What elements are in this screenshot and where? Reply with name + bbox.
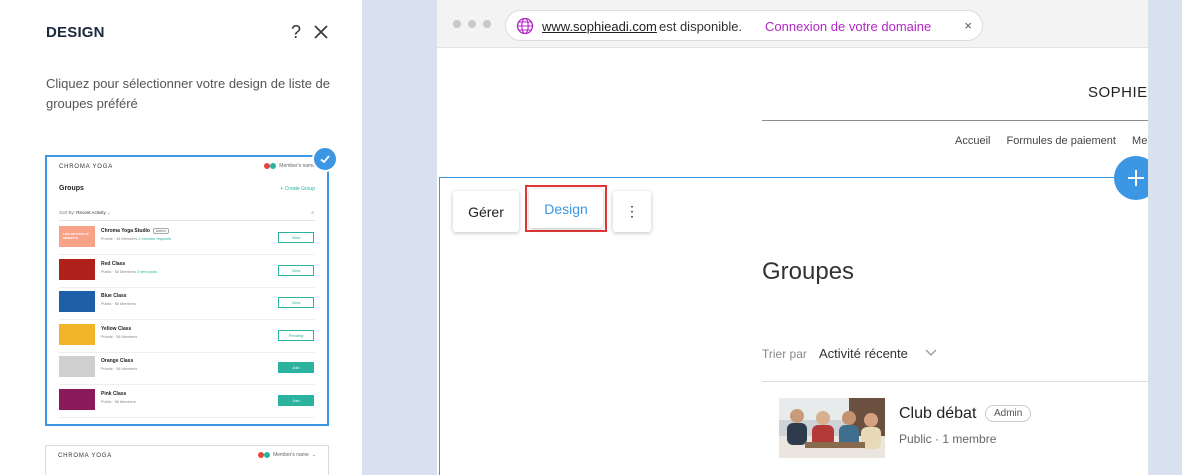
divider bbox=[762, 381, 1148, 382]
preview-user: Member's name ⌄ bbox=[258, 452, 316, 458]
domain-link[interactable]: www.sophieadi.com bbox=[542, 19, 657, 34]
selected-check-icon bbox=[312, 146, 338, 172]
group-thumbnail[interactable] bbox=[779, 398, 885, 458]
element-toolbar: Gérer Design ⋮ bbox=[453, 185, 651, 232]
preview-group-meta: Public · 56 Members bbox=[101, 302, 136, 306]
preview-group-thumbnail bbox=[59, 388, 95, 410]
preview-user: Member's name bbox=[264, 163, 315, 169]
close-button[interactable] bbox=[311, 22, 333, 44]
preview-group-button: View bbox=[278, 264, 314, 276]
divider bbox=[59, 220, 315, 221]
preview-group-thumbnail bbox=[59, 258, 95, 280]
preview-group-row: Yellow Class Private · 56 Members Pending bbox=[59, 321, 315, 353]
preview-user-label: Member's name bbox=[273, 452, 309, 458]
manage-button[interactable]: Gérer bbox=[453, 191, 519, 232]
preview-group-row: Orange Class Private · 56 Members Join bbox=[59, 353, 315, 385]
site-nav: Accueil Formules de paiement Me bbox=[955, 135, 1148, 147]
preview-group-row: Red Class Public · 56 Members 3 new posts… bbox=[59, 256, 315, 288]
panel-title: DESIGN bbox=[46, 24, 105, 41]
group-name[interactable]: Club débat bbox=[899, 405, 976, 423]
preview-group-button: Pending bbox=[278, 329, 314, 341]
preview-group-button: View bbox=[278, 232, 314, 243]
window-dot bbox=[453, 20, 461, 28]
plus-icon bbox=[1128, 170, 1144, 186]
preview-sort-label: Sort By: bbox=[59, 210, 76, 215]
preview-group-thumbnail bbox=[59, 323, 95, 345]
design-button[interactable]: Design bbox=[529, 189, 603, 228]
panel-description: Cliquez pour sélectionner votre design d… bbox=[46, 76, 331, 111]
preview-group-name: Pink Class bbox=[101, 390, 127, 397]
preview-group-name: Chroma Yoga Studio Admin bbox=[101, 228, 169, 234]
groups-title: Groupes bbox=[762, 258, 855, 285]
preview-group-row: Pink Class Public · 56 Members Join bbox=[59, 386, 315, 418]
nav-item-accueil[interactable]: Accueil bbox=[955, 135, 990, 147]
preview-sort: Sort By: Recent Activity ⌄ bbox=[59, 210, 111, 215]
preview-group-extra: 2 member requests bbox=[138, 237, 172, 241]
more-actions-button[interactable]: ⋮ bbox=[613, 191, 651, 232]
preview-group-meta: Private · 34 Members 2 member requests bbox=[101, 237, 172, 241]
avatar bbox=[264, 452, 271, 458]
preview-user-label: Member's name bbox=[279, 163, 315, 169]
availability-text: est disponible. bbox=[659, 19, 743, 34]
nav-item-more[interactable]: Me bbox=[1132, 135, 1147, 147]
design-panel: DESIGN ? Cliquez pour sélectionner votre… bbox=[0, 0, 362, 475]
connect-domain-link[interactable]: Connexion de votre domaine bbox=[765, 19, 931, 34]
preview-group-name: Red Class bbox=[101, 260, 126, 267]
site-title: SOPHIE bbox=[1088, 84, 1148, 101]
preview-group-row: LIKE SECTION OF BENEFITS Chroma Yoga Stud… bbox=[59, 223, 315, 255]
preview-create-link: + Create Group bbox=[280, 186, 315, 192]
window-dot bbox=[468, 20, 476, 28]
preview-sort-value: Recent Activity bbox=[76, 210, 106, 215]
banner-close-button[interactable]: × bbox=[964, 18, 972, 33]
preview-group-meta: Private · 56 Members bbox=[101, 334, 138, 339]
preview-logo: CHROMA YOGA bbox=[58, 453, 113, 459]
nav-item-formules[interactable]: Formules de paiement bbox=[1007, 135, 1116, 147]
preview-group-button: Join bbox=[278, 394, 314, 406]
design-option-2[interactable]: CHROMA YOGA Member's name ⌄ bbox=[45, 445, 329, 475]
design-button-highlight: Design bbox=[525, 185, 607, 232]
design-option-1[interactable]: CHROMA YOGA Member's name Groups + Creat… bbox=[45, 155, 329, 426]
chevron-down-icon[interactable] bbox=[925, 348, 937, 358]
preview-group-meta: Private · 56 Members bbox=[101, 367, 138, 371]
preview-group-thumbnail bbox=[59, 356, 95, 377]
help-button[interactable]: ? bbox=[288, 22, 304, 44]
preview-group-button: Join bbox=[278, 362, 314, 373]
browser-bar: www.sophieadi.com est disponible. Connex… bbox=[437, 0, 1148, 48]
preview-logo: CHROMA YOGA bbox=[59, 164, 114, 170]
preview-group-extra: 3 new posts bbox=[136, 269, 158, 274]
group-meta: Public · 1 membre bbox=[899, 432, 997, 446]
divider bbox=[762, 120, 1148, 121]
preview-admin-badge: Admin bbox=[152, 228, 169, 234]
preview-group-name: Blue Class bbox=[101, 293, 127, 299]
preview-group-button: View bbox=[278, 297, 314, 308]
domain-banner: www.sophieadi.com est disponible. Connex… bbox=[505, 10, 983, 41]
globe-icon bbox=[516, 17, 534, 35]
admin-badge: Admin bbox=[985, 405, 1032, 422]
preview-group-thumbnail: LIKE SECTION OF BENEFITS bbox=[59, 226, 95, 247]
avatar bbox=[270, 163, 277, 169]
editor-canvas: www.sophieadi.com est disponible. Connex… bbox=[437, 0, 1148, 475]
preview-group-name: Orange Class bbox=[101, 358, 134, 364]
preview-search-icon: ⌕ bbox=[311, 210, 314, 216]
preview-group-name: Yellow Class bbox=[101, 325, 132, 332]
preview-group-meta: Public · 56 Members 3 new posts bbox=[101, 269, 158, 274]
close-icon bbox=[314, 25, 328, 39]
sort-label: Trier par bbox=[762, 347, 807, 361]
window-dot bbox=[483, 20, 491, 28]
preview-group-row: Blue Class Public · 56 Members View bbox=[59, 288, 315, 320]
preview-group-thumbnail bbox=[59, 291, 95, 312]
preview-groups-title: Groups bbox=[59, 185, 84, 192]
preview-thumbnail-text: LIKE SECTION OF BENEFITS bbox=[63, 232, 90, 240]
preview-group-meta: Public · 56 Members bbox=[101, 399, 136, 404]
sort-dropdown[interactable]: Activité récente bbox=[819, 346, 908, 361]
